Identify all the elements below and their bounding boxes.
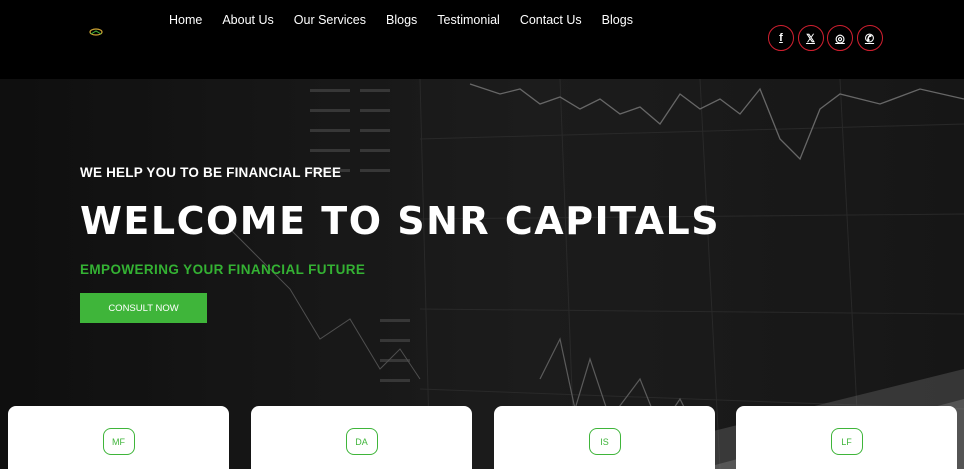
nav-blogs[interactable]: Blogs [386,13,417,27]
service-card-is[interactable]: IS [494,406,715,469]
nav-home[interactable]: Home [169,13,202,27]
hero-tagline: WE HELP YOU TO BE FINANCIAL FREE [80,165,342,180]
nav-about-us[interactable]: About Us [222,13,273,27]
lf-badge-icon: LF [830,428,863,455]
x-icon[interactable]: 𝕏 [797,25,824,51]
site-header: Home About Us Our Services Blogs Testimo… [0,0,964,79]
social-links: f 𝕏 ◎ ✆ [768,25,886,51]
service-card-lf[interactable]: LF [736,406,957,469]
mf-badge-icon: MF [102,428,135,455]
main-nav: Home About Us Our Services Blogs Testimo… [169,13,653,27]
da-badge-icon: DA [345,428,378,455]
nav-testimonial[interactable]: Testimonial [437,13,500,27]
is-badge-icon: IS [588,428,621,455]
whatsapp-icon[interactable]: ✆ [856,25,883,51]
logo-icon[interactable] [88,28,104,37]
consult-now-button[interactable]: CONSULT NOW [80,293,207,323]
nav-blogs-2[interactable]: Blogs [602,13,633,27]
service-card-mf[interactable]: MF [8,406,229,469]
hero-headline: WELCOME TO SNR CAPITALS [80,199,721,243]
service-card-da[interactable]: DA [251,406,472,469]
nav-our-services[interactable]: Our Services [294,13,366,27]
facebook-icon[interactable]: f [768,25,794,51]
nav-contact-us[interactable]: Contact Us [520,13,582,27]
hero-subline: EMPOWERING YOUR FINANCIAL FUTURE [80,262,366,277]
instagram-icon[interactable]: ◎ [827,25,853,51]
